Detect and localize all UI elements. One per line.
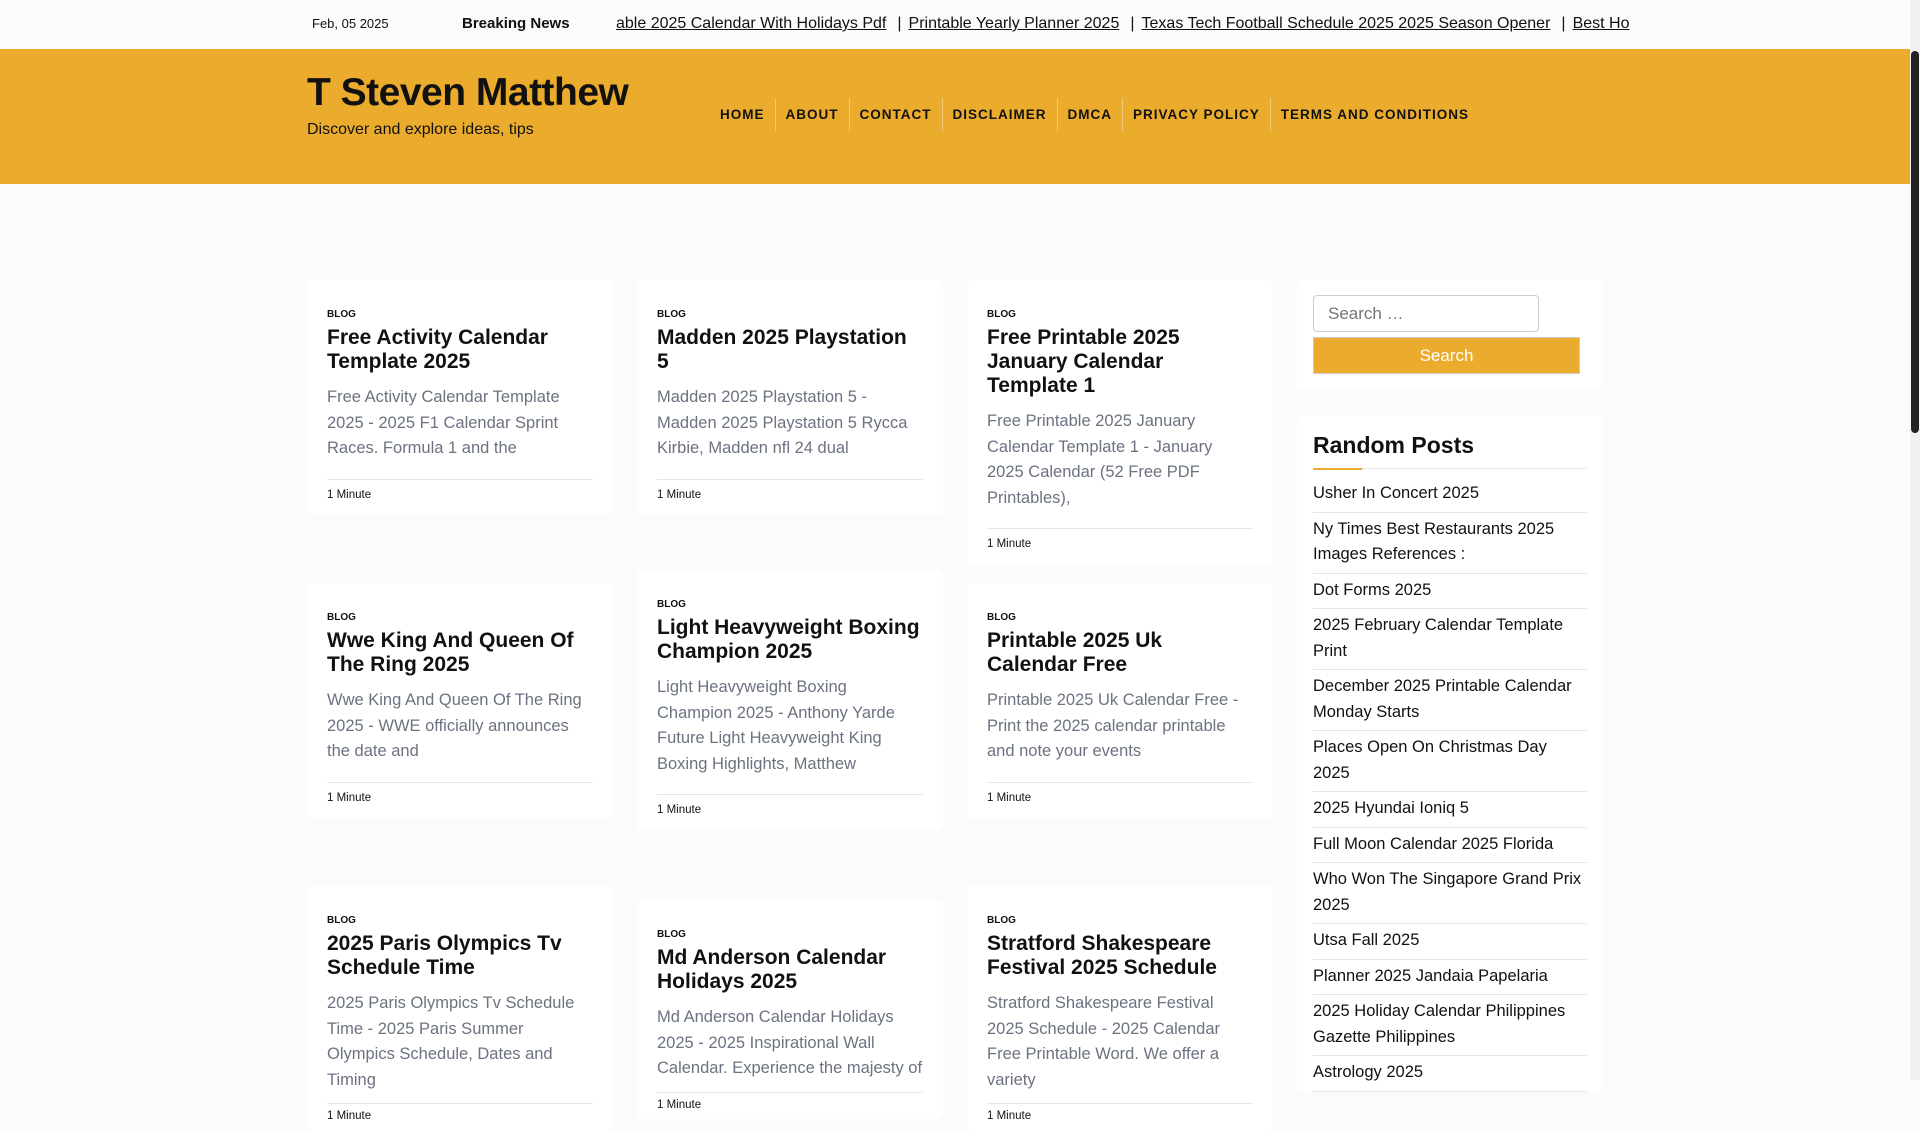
breaking-news-label: Breaking News [462, 15, 570, 32]
current-date: Feb, 05 2025 [312, 16, 389, 31]
nav-terms[interactable]: TERMS AND CONDITIONS [1271, 98, 1479, 131]
post-title[interactable]: Wwe King And Queen Of The Ring 2025 [327, 629, 593, 677]
ticker-link[interactable]: Best Ho [1573, 15, 1630, 32]
news-ticker: able 2025 Calendar With Holidays Pdf | Pri… [616, 15, 1640, 33]
post-card: BLOG Free Printable 2025 January Calendar… [967, 280, 1273, 564]
post-card: BLOG Printable 2025 Uk Calendar Free Print… [967, 583, 1273, 818]
search-widget: Search [1297, 280, 1603, 389]
random-post-link[interactable]: Full Moon Calendar 2025 Florida [1313, 828, 1587, 863]
site-tagline: Discover and explore ideas, tips [307, 121, 534, 138]
post-card: BLOG Wwe King And Queen Of The Ring 2025 W… [307, 583, 613, 818]
random-posts-title: Random Posts [1313, 432, 1587, 470]
scrollbar[interactable] [1910, 0, 1920, 1080]
post-card: BLOG Stratford Shakespeare Festival 2025 … [967, 886, 1273, 1130]
post-category[interactable]: BLOG [657, 599, 923, 610]
random-post-link[interactable]: Dot Forms 2025 [1313, 574, 1587, 609]
search-button[interactable]: Search [1313, 337, 1580, 374]
post-read-time: 1 Minute [987, 528, 1253, 550]
random-post-link[interactable]: December 2025 Printable Calendar Monday … [1313, 670, 1587, 731]
random-posts-list: Usher In Concert 2025 Ny Times Best Resta… [1313, 477, 1587, 1092]
post-category[interactable]: BLOG [987, 915, 1253, 926]
post-read-time: 1 Minute [657, 478, 923, 501]
random-post-link[interactable]: 2025 Hyundai Ioniq 5 [1313, 792, 1587, 828]
post-category[interactable]: BLOG [327, 612, 593, 623]
ticker-separator: | [897, 15, 902, 32]
post-card: BLOG 2025 Paris Olympics Tv Schedule Time… [307, 886, 613, 1130]
post-read-time: 1 Minute [987, 781, 1253, 804]
nav-dmca[interactable]: DMCA [1058, 98, 1123, 131]
post-title[interactable]: Light Heavyweight Boxing Champion 2025 [657, 616, 923, 664]
random-post-link[interactable]: Places Open On Christmas Day 2025 [1313, 731, 1587, 792]
post-title[interactable]: Madden 2025 Playstation 5 [657, 326, 923, 374]
post-category[interactable]: BLOG [987, 309, 1253, 320]
post-title[interactable]: Free Printable 2025 January Calendar Tem… [987, 326, 1253, 398]
post-card: BLOG Free Activity Calendar Template 2025… [307, 280, 613, 515]
random-post-link[interactable]: Planner 2025 Jandaia Papelaria [1313, 960, 1587, 995]
post-title[interactable]: Free Activity Calendar Template 2025 [327, 326, 593, 374]
ticker-link[interactable]: able 2025 Calendar With Holidays Pdf [616, 15, 886, 32]
random-post-link[interactable]: 2025 Holiday Calendar Philippines Gazett… [1313, 995, 1587, 1056]
post-excerpt: Printable 2025 Uk Calendar Free - Print … [987, 691, 1239, 760]
post-excerpt: 2025 Paris Olympics Tv Schedule Time - 2… [327, 994, 575, 1089]
site-header: T Steven Matthew Discover and explore id… [0, 49, 1910, 184]
post-category[interactable]: BLOG [327, 309, 593, 320]
post-card: BLOG Light Heavyweight Boxing Champion 20… [637, 570, 943, 830]
ticker-link[interactable]: Texas Tech Football Schedule 2025 2025 S… [1142, 15, 1551, 32]
post-category[interactable]: BLOG [657, 929, 923, 940]
post-read-time: 1 Minute [657, 1091, 923, 1111]
ticker-separator: | [1130, 15, 1135, 32]
random-post-link[interactable]: Usher In Concert 2025 [1313, 477, 1587, 513]
post-category[interactable]: BLOG [987, 612, 1253, 623]
post-excerpt: Md Anderson Calendar Holidays 2025 - 202… [657, 1008, 923, 1077]
random-post-link[interactable]: Utsa Fall 2025 [1313, 924, 1587, 960]
post-title[interactable]: Printable 2025 Uk Calendar Free [987, 629, 1253, 677]
post-category[interactable]: BLOG [657, 309, 923, 320]
post-card: BLOG Madden 2025 Playstation 5 Madden 2025… [637, 280, 943, 515]
random-post-link[interactable]: Ny Times Best Restaurants 2025 Images Re… [1313, 513, 1587, 574]
post-read-time: 1 Minute [327, 781, 593, 804]
nav-contact[interactable]: CONTACT [850, 98, 943, 131]
search-input[interactable] [1313, 295, 1539, 332]
post-excerpt: Madden 2025 Playstation 5 - Madden 2025 … [657, 388, 908, 457]
main-nav: HOME ABOUT CONTACT DISCLAIMER DMCA PRIVA… [710, 98, 1479, 131]
nav-home[interactable]: HOME [710, 98, 776, 131]
post-title[interactable]: 2025 Paris Olympics Tv Schedule Time [327, 932, 593, 980]
random-posts-widget: Random Posts Usher In Concert 2025 Ny Tim… [1297, 416, 1603, 1092]
post-excerpt: Light Heavyweight Boxing Champion 2025 -… [657, 678, 895, 773]
post-excerpt: Stratford Shakespeare Festival 2025 Sche… [987, 994, 1221, 1089]
scrollbar-thumb[interactable] [1911, 51, 1919, 433]
post-read-time: 1 Minute [327, 1103, 593, 1122]
nav-privacy-policy[interactable]: PRIVACY POLICY [1123, 98, 1271, 131]
post-read-time: 1 Minute [987, 1103, 1253, 1122]
post-excerpt: Free Printable 2025 January Calendar Tem… [987, 412, 1213, 507]
post-title[interactable]: Md Anderson Calendar Holidays 2025 [657, 946, 923, 994]
nav-disclaimer[interactable]: DISCLAIMER [943, 98, 1058, 131]
random-post-link[interactable]: Astrology 2025 [1313, 1056, 1587, 1092]
post-card: BLOG Md Anderson Calendar Holidays 2025 Md… [637, 900, 943, 1119]
random-post-link[interactable]: Who Won The Singapore Grand Prix 2025 [1313, 863, 1587, 924]
post-title[interactable]: Stratford Shakespeare Festival 2025 Sche… [987, 932, 1253, 980]
nav-about[interactable]: ABOUT [776, 98, 850, 131]
post-read-time: 1 Minute [327, 478, 593, 501]
post-excerpt: Free Activity Calendar Template 2025 - 2… [327, 388, 560, 457]
post-read-time: 1 Minute [657, 794, 923, 816]
ticker-link[interactable]: Printable Yearly Planner 2025 [909, 15, 1120, 32]
ticker-separator: | [1561, 15, 1566, 32]
post-category[interactable]: BLOG [327, 915, 593, 926]
random-post-link[interactable]: 2025 February Calendar Template Print [1313, 609, 1587, 670]
top-bar: Feb, 05 2025 Breaking News able 2025 Cal… [0, 0, 1910, 49]
post-excerpt: Wwe King And Queen Of The Ring 2025 - WW… [327, 691, 582, 760]
site-title[interactable]: T Steven Matthew [307, 71, 629, 115]
